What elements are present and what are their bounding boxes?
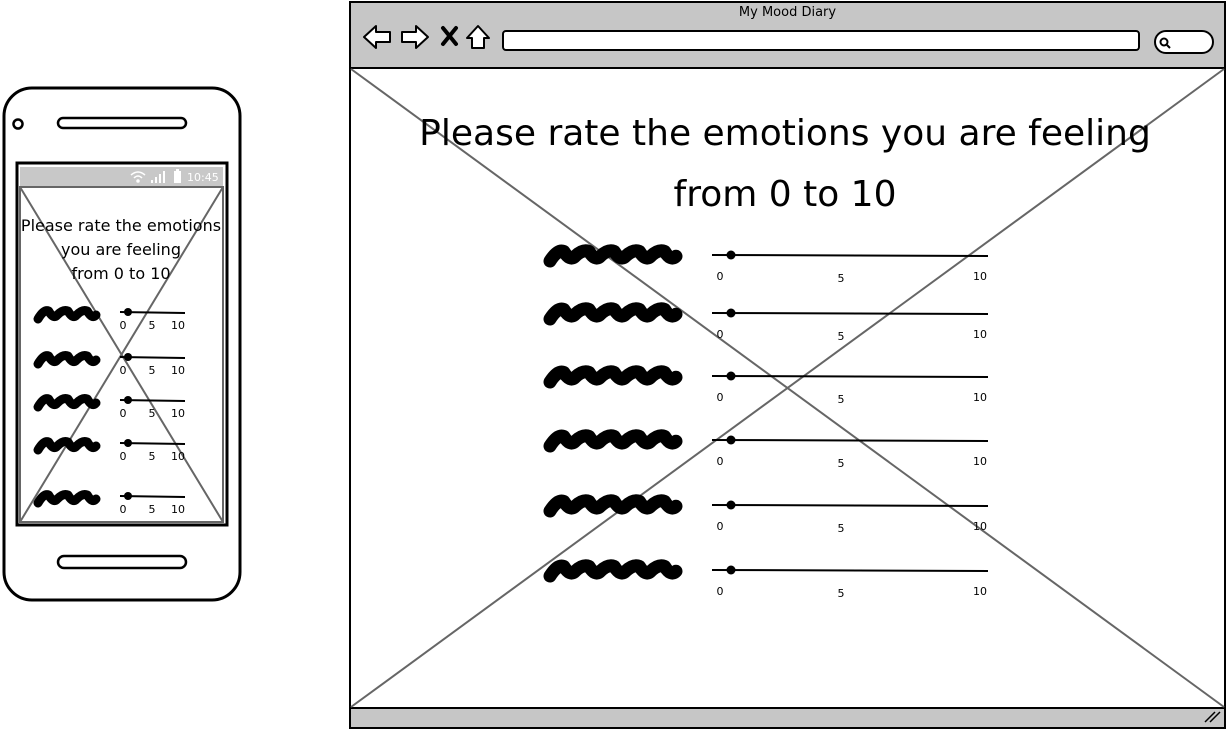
page-title-line-1: Please rate the emotions you are feeling	[419, 113, 1151, 154]
slider-mid-label: 5	[837, 393, 845, 406]
address-bar[interactable]	[502, 30, 1140, 51]
page-title-line-2: from 0 to 10	[673, 174, 897, 215]
slider-handle[interactable]	[726, 565, 736, 575]
slider-track	[711, 375, 989, 378]
slider-max-label: 10	[973, 391, 987, 404]
slider-handle[interactable]	[726, 308, 736, 318]
slider-mid-label: 5	[837, 457, 845, 470]
slider-mid-label: 5	[837, 587, 845, 600]
slider-max-label: 10	[973, 520, 987, 533]
slider-min-label: 0	[716, 520, 724, 533]
slider-min-label: 0	[716, 455, 724, 468]
slider-track	[711, 569, 989, 572]
slider-min-label: 0	[716, 391, 724, 404]
slider-max-label: 10	[973, 270, 987, 283]
slider-min-label: 0	[716, 585, 724, 598]
slider-max-label: 10	[973, 585, 987, 598]
slider-max-label: 10	[973, 328, 987, 341]
slider-handle[interactable]	[726, 371, 736, 381]
slider-mid-label: 5	[837, 522, 845, 535]
page-title: Please rate the emotions you are feeling…	[400, 103, 1170, 225]
search-field[interactable]	[1154, 30, 1214, 54]
slider-track	[711, 312, 989, 315]
slider-min-label: 0	[716, 270, 724, 283]
browser-title: My Mood Diary	[738, 5, 837, 20]
slider-track	[711, 504, 989, 507]
slider-handle[interactable]	[726, 435, 736, 445]
slider-track	[711, 254, 989, 257]
browser-status-bar	[351, 708, 1224, 727]
slider-min-label: 0	[716, 328, 724, 341]
slider-handle[interactable]	[726, 250, 736, 260]
slider-handle[interactable]	[726, 500, 736, 510]
slider-track	[711, 439, 989, 442]
slider-mid-label: 5	[837, 272, 845, 285]
slider-max-label: 10	[973, 455, 987, 468]
slider-mid-label: 5	[837, 330, 845, 343]
